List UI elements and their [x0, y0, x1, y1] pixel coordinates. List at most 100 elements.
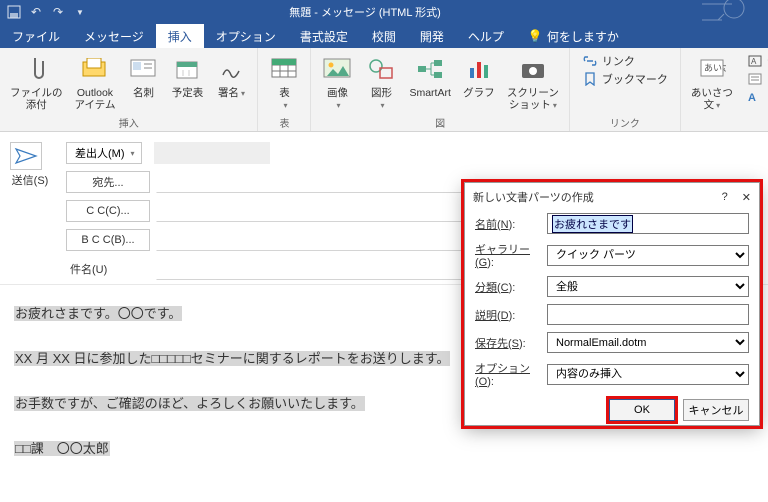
send-button[interactable]: 送信(S): [10, 142, 50, 188]
send-icon: [10, 142, 42, 170]
dlg-category-label: 分類(C):: [475, 279, 547, 295]
bcc-button[interactable]: B C C(B)...: [66, 229, 150, 251]
screenshot-button[interactable]: スクリーン ショット▾: [503, 51, 563, 114]
to-input[interactable]: [156, 171, 496, 193]
cc-button[interactable]: C C(C)...: [66, 200, 150, 222]
group-tables: 表▾ 表: [258, 48, 311, 131]
calendar-button[interactable]: 予定表: [167, 51, 207, 114]
chart-button[interactable]: グラフ: [459, 51, 499, 114]
titlebar-decoration: [642, 0, 762, 24]
send-label: 送信(S): [10, 172, 50, 188]
link-button[interactable]: リンク: [582, 53, 668, 69]
ribbon-tabs: ファイル メッセージ 挿入 オプション 書式設定 校閲 開発 ヘルプ 💡 何をし…: [0, 24, 768, 48]
dlg-cancel-button[interactable]: キャンセル: [683, 399, 749, 421]
quick-access-toolbar: ↶ ↷ ▼: [6, 4, 88, 20]
shapes-label: 図形▾: [371, 87, 392, 111]
dlg-gallery-select[interactable]: クイック パーツ: [547, 245, 749, 266]
chart-icon: [463, 53, 495, 85]
tab-dev[interactable]: 開発: [408, 24, 456, 48]
smartart-icon: [414, 53, 446, 85]
calendar-icon: [171, 53, 203, 85]
outlook-item-button[interactable]: Outlook アイテム: [71, 51, 120, 114]
to-button[interactable]: 宛先...: [66, 171, 150, 193]
qat-dropdown-icon[interactable]: ▼: [72, 4, 88, 20]
business-card-label: 名刺: [133, 87, 154, 99]
textbox-icon: A: [747, 53, 763, 69]
svg-text:A: A: [748, 92, 756, 103]
bcc-input[interactable]: [156, 229, 496, 251]
screenshot-label: スクリーン ショット▾: [507, 87, 559, 111]
picture-label: 画像▾: [327, 87, 348, 111]
from-value: [154, 142, 270, 164]
dlg-gallery-label: ギャラリー(G):: [475, 241, 547, 269]
outlook-item-icon: [79, 53, 111, 85]
greeting-icon: あいさつ: [696, 53, 728, 85]
dlg-savein-select[interactable]: NormalEmail.dotm: [547, 332, 749, 353]
signature-button[interactable]: 署名▾: [211, 51, 251, 114]
table-icon: [268, 53, 300, 85]
redo-icon[interactable]: ↷: [50, 4, 66, 20]
signature-label: 署名▾: [218, 87, 245, 99]
group-insert: ファイルの 添付 Outlook アイテム 名刺 予定表 署名▾ 挿入: [0, 48, 258, 131]
tab-help[interactable]: ヘルプ: [456, 24, 516, 48]
body-line-1: お疲れさまです。〇〇です。: [14, 306, 182, 321]
attach-file-label: ファイルの 添付: [10, 87, 63, 111]
tab-insert[interactable]: 挿入: [156, 24, 204, 48]
greeting-label: あいさつ 文▾: [691, 87, 733, 111]
dlg-ok-button[interactable]: OK: [609, 399, 675, 421]
camera-icon: [517, 53, 549, 85]
picture-button[interactable]: 画像▾: [317, 51, 357, 114]
signature-icon: [215, 53, 247, 85]
shapes-button[interactable]: 図形▾: [361, 51, 401, 114]
tab-file[interactable]: ファイル: [0, 24, 72, 48]
link-icon: [582, 53, 598, 69]
dlg-option-select[interactable]: 内容のみ挿入: [547, 364, 749, 385]
tab-review[interactable]: 校閲: [360, 24, 408, 48]
smartart-label: SmartArt: [409, 87, 450, 99]
business-card-button[interactable]: 名刺: [123, 51, 163, 114]
group-text: あいさつ あいさつ 文▾ Aテキスト ボックス▾ クイック パーツ▾ Aワードア…: [681, 48, 768, 131]
dialog-help-button[interactable]: ?: [722, 191, 728, 204]
table-button[interactable]: 表▾: [264, 51, 304, 114]
svg-text:A: A: [751, 57, 757, 66]
from-button[interactable]: 差出人(M)▾: [66, 142, 142, 164]
textbox-button[interactable]: Aテキスト ボックス▾: [747, 53, 768, 69]
table-label: 表▾: [279, 87, 290, 111]
lightbulb-icon: 💡: [528, 29, 543, 43]
tab-format[interactable]: 書式設定: [288, 24, 360, 48]
save-icon[interactable]: [6, 4, 22, 20]
create-building-block-dialog: 新しい文書パーツの作成 ? ✕ 名前(N): お疲れさまです ギャラリー(G):…: [464, 182, 760, 426]
greeting-button[interactable]: あいさつ あいさつ 文▾: [687, 51, 737, 114]
subject-label: 件名(U): [66, 259, 150, 279]
wordart-button[interactable]: Aワードアート▾: [747, 89, 768, 105]
dlg-category-select[interactable]: 全般: [547, 276, 749, 297]
group-insert-label: 挿入: [6, 114, 251, 130]
smartart-button[interactable]: SmartArt: [405, 51, 454, 114]
tab-tellme[interactable]: 💡 何をしますか: [516, 24, 631, 48]
shapes-icon: [365, 53, 397, 85]
group-links-label: リンク: [576, 114, 674, 130]
bookmark-button[interactable]: ブックマーク: [582, 71, 668, 87]
dlg-option-label: オプション(O):: [475, 360, 547, 388]
dlg-savein-label: 保存先(S):: [475, 335, 547, 351]
paperclip-icon: [20, 53, 52, 85]
dlg-name-input[interactable]: お疲れさまです: [547, 213, 749, 234]
tab-message[interactable]: メッセージ: [72, 24, 156, 48]
undo-icon[interactable]: ↶: [28, 4, 44, 20]
ribbon: ファイルの 添付 Outlook アイテム 名刺 予定表 署名▾ 挿入: [0, 48, 768, 132]
chart-label: グラフ: [463, 87, 495, 99]
dialog-close-button[interactable]: ✕: [742, 191, 751, 204]
dlg-desc-input[interactable]: [547, 304, 749, 325]
dlg-name-value: お疲れさまです: [552, 215, 633, 233]
attach-file-button[interactable]: ファイルの 添付: [6, 51, 67, 114]
group-links: リンク ブックマーク リンク: [570, 48, 681, 131]
cc-input[interactable]: [156, 200, 496, 222]
group-illustrations-label: 図: [317, 114, 562, 130]
tab-option[interactable]: オプション: [204, 24, 288, 48]
picture-icon: [321, 53, 353, 85]
group-illustrations: 画像▾ 図形▾ SmartArt グラフ スクリーン ショット▾ 図: [311, 48, 569, 131]
titlebar: ↶ ↷ ▼ 無題 - メッセージ (HTML 形式): [0, 0, 768, 24]
outlook-item-label: Outlook アイテム: [75, 87, 116, 111]
card-icon: [127, 53, 159, 85]
quickparts-button[interactable]: クイック パーツ▾: [747, 71, 768, 87]
